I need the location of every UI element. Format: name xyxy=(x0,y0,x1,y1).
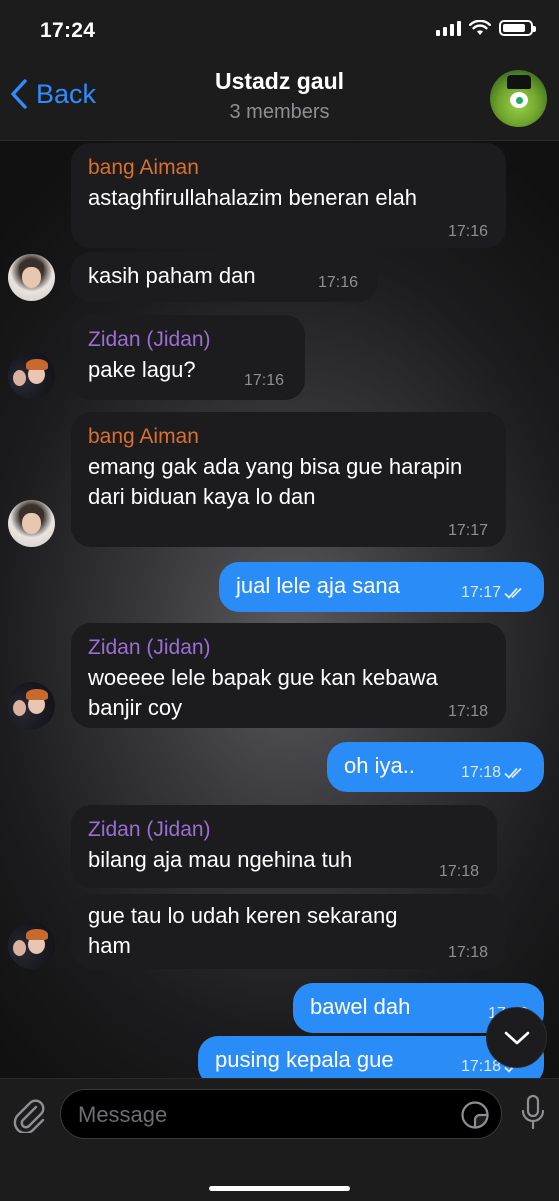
message-time: 17:18 xyxy=(447,703,488,720)
status-time: 17:24 xyxy=(40,19,96,42)
message-placeholder: Message xyxy=(78,1102,168,1127)
message-bubble[interactable]: jual lele aja sana 17:17 xyxy=(219,562,544,612)
message-time: 17:18 xyxy=(438,863,479,880)
message-bubble[interactable]: Zidan (Jidan) woeeee lele bapak gue kan … xyxy=(71,623,506,728)
scroll-to-bottom-button[interactable] xyxy=(486,1007,547,1068)
message-sender: bang Aiman xyxy=(88,425,199,448)
avatar[interactable] xyxy=(8,682,55,729)
message-bubble[interactable]: Zidan (Jidan) pake lagu? 17:16 xyxy=(71,315,305,400)
navigation-bar: 17:24 Back Ustadz gaul 3 members xyxy=(0,0,559,141)
voice-record-button[interactable] xyxy=(520,1094,546,1137)
message-time: 17:17 xyxy=(447,522,488,539)
attach-button[interactable] xyxy=(12,1097,46,1138)
message-bubble[interactable]: kasih paham dan 17:16 xyxy=(71,252,378,302)
signal-icon xyxy=(436,20,461,36)
message-bubble[interactable]: oh iya.. 17:18 xyxy=(327,742,544,792)
message-sender: bang Aiman xyxy=(88,156,199,179)
sticker-icon xyxy=(461,1101,489,1129)
battery-icon xyxy=(499,20,536,36)
read-checkmarks-icon xyxy=(504,587,522,599)
message-time: 17:16 xyxy=(318,274,359,291)
message-bubble[interactable]: bang Aiman emang gak ada yang bisa gue h… xyxy=(71,412,506,547)
message-time: 17:18 xyxy=(460,764,501,781)
message-time: 17:16 xyxy=(447,223,488,240)
message-text: woeeee lele bapak gue kan kebawa banjir … xyxy=(88,665,438,720)
status-icons xyxy=(436,20,536,36)
message-input-bar: Message xyxy=(0,1078,559,1201)
avatar[interactable] xyxy=(8,922,55,969)
message-time: 17:18 xyxy=(460,1058,501,1075)
message-text: astaghfirullahalazim beneran elah xyxy=(88,185,417,210)
home-indicator xyxy=(209,1186,350,1191)
message-time: 17:18 xyxy=(447,944,488,961)
attach-icon xyxy=(13,1099,45,1135)
mic-icon xyxy=(521,1094,545,1130)
avatar[interactable] xyxy=(8,500,55,547)
message-time: 17:16 xyxy=(244,372,285,389)
group-avatar[interactable] xyxy=(490,70,547,127)
message-text: bilang aja mau ngehina tuh xyxy=(88,847,353,872)
message-sender: Zidan (Jidan) xyxy=(88,636,211,659)
chat-title[interactable]: Ustadz gaul xyxy=(0,68,559,95)
message-bubble[interactable]: gue tau lo udah keren sekarang ham 17:18 xyxy=(71,894,506,969)
message-bubble[interactable]: Zidan (Jidan) bilang aja mau ngehina tuh… xyxy=(71,805,497,888)
avatar[interactable] xyxy=(8,352,55,399)
sticker-button[interactable] xyxy=(460,1100,490,1135)
message-bubble[interactable]: bang Aiman astaghfirullahalazim beneran … xyxy=(71,143,506,248)
message-sender: Zidan (Jidan) xyxy=(88,818,211,841)
message-sender: Zidan (Jidan) xyxy=(88,328,211,351)
chat-subtitle: 3 members xyxy=(229,101,330,123)
wifi-icon xyxy=(469,20,491,35)
message-time-status: 17:17 xyxy=(461,584,528,602)
chevron-down-icon xyxy=(504,1031,529,1044)
message-input[interactable]: Message xyxy=(60,1089,502,1139)
message-text: emang gak ada yang bisa gue harapin dari… xyxy=(88,454,463,509)
message-time: 17:17 xyxy=(460,584,501,601)
message-time-status: 17:18 xyxy=(461,764,528,782)
read-checkmarks-icon xyxy=(504,767,522,779)
message-text: gue tau lo udah keren sekarang ham xyxy=(88,903,398,958)
avatar[interactable] xyxy=(8,254,55,301)
